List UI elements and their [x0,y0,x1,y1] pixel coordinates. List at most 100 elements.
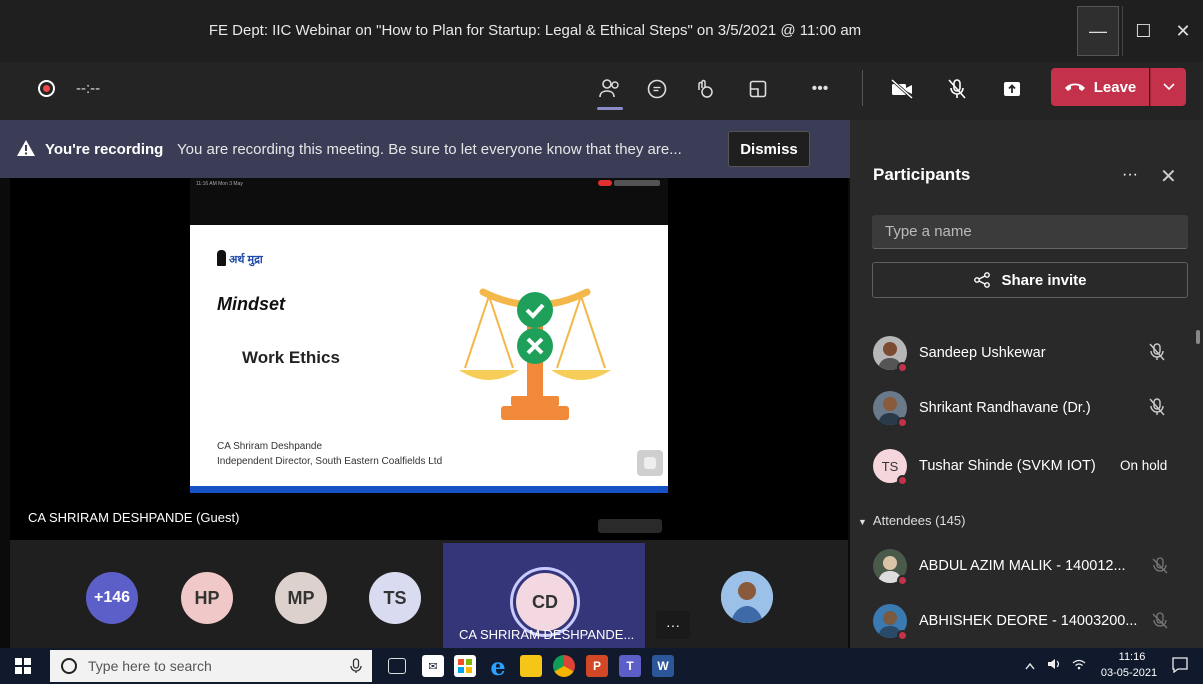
microphone-toggle-button[interactable] [940,74,974,104]
chrome-browser-icon[interactable] [553,655,575,677]
attendee-name: ABHISHEK DEORE - 14003200... [919,613,1138,629]
overflow-participants-button[interactable]: +146 [86,572,138,624]
meeting-timer: --:-- [76,80,101,97]
clock-date[interactable]: 03-05-2021 [1094,667,1164,679]
slide-subheading: Work Ethics [242,348,340,367]
panel-scrollbar[interactable] [1196,330,1200,344]
microphone-muted-icon [1152,557,1168,580]
system-tray-icons[interactable] [1025,658,1086,673]
banner-title: You're recording [45,141,164,158]
dismiss-button[interactable]: Dismiss [728,131,810,167]
presence-status-icon [897,575,908,586]
participant-avatar[interactable]: TS [369,572,421,624]
presence-status-icon [897,630,908,641]
taskbar-search-input[interactable]: Type here to search [50,650,372,682]
hang-up-icon [1064,83,1085,91]
share-screen-button[interactable] [995,74,1029,104]
participant-name: Shrikant Randhavane (Dr.) [919,400,1091,416]
participant-row[interactable]: Shrikant Randhavane (Dr.) [872,387,1182,431]
participants-button[interactable] [593,74,627,104]
attendee-row[interactable]: ABDUL AZIM MALIK - 140012... [872,545,1182,589]
presence-status-icon [897,475,908,486]
microphone-off-icon [1148,397,1166,422]
chevron-up-icon [1025,662,1035,670]
speaker-icon [1047,659,1059,669]
hand-emoji-icon [698,79,713,98]
attendee-name: ABDUL AZIM MALIK - 140012... [919,558,1126,574]
participant-row[interactable]: TS Tushar Shinde (SVKM IOT) On hold [872,445,1182,489]
participant-avatar[interactable]: HP [181,572,233,624]
slide-author: CA Shriram Deshpande [217,441,323,452]
file-explorer-icon[interactable] [520,655,542,677]
maximize-button[interactable]: ☐ [1122,6,1164,56]
tablet-recording-pill [598,180,612,186]
notification-center-icon[interactable] [1172,657,1188,676]
warning-icon [16,139,36,162]
window-title: FE Dept: IIC Webinar on "How to Plan for… [208,22,862,39]
speaker-name-label: CA SHRIRAM DESHPANDE (Guest) [28,510,240,525]
mail-app-icon[interactable]: ✉ [422,655,444,677]
attendees-section-header[interactable]: ▼ Attendees (145) [858,513,965,528]
brand-logo-text: अर्थ मुद्रा [229,254,263,266]
tablet-status-time: 11:16 AM Mon 3 May [196,181,243,187]
close-window-button[interactable]: ✕ [1162,6,1203,56]
participant-status-text: On hold [1120,458,1168,473]
tablet-home-button [637,450,663,476]
microphone-icon [350,658,362,673]
breakout-rooms-icon [749,80,767,98]
slide-heading: Mindset [217,294,286,314]
powerpoint-app-icon[interactable]: P [586,655,608,677]
microphone-muted-icon [1152,612,1168,635]
active-speaker-avatar: CD [516,573,574,631]
banner-message: You are recording this meeting. Be sure … [177,141,682,158]
attendee-row[interactable]: ABHISHEK DEORE - 14003200... [872,600,1182,644]
minimize-button[interactable]: — [1077,6,1119,56]
clock-time[interactable]: 11:16 [1107,651,1157,663]
chat-icon [647,79,667,99]
slide-author-role: Independent Director, South Eastern Coal… [217,456,443,467]
microphone-off-icon [1148,342,1166,367]
share-invite-button[interactable]: Share invite [872,262,1188,298]
participant-name: Sandeep Ushkewar [919,345,1046,361]
tablet-status-icons [614,180,660,186]
reactions-button[interactable] [687,74,721,104]
start-button[interactable] [14,657,32,675]
participant-name: Tushar Shinde (SVKM IOT) [919,458,1096,474]
cortana-circle-icon [61,658,77,674]
windows-logo-icon [15,658,31,674]
edge-browser-icon[interactable]: e [487,652,509,681]
brand-logo-icon [217,250,226,266]
active-speaker-name: CA SHRIRAM DESHPANDE... [459,627,635,642]
store-app-icon[interactable] [454,655,476,677]
taskbar-search-placeholder: Type here to search [88,658,212,674]
chevron-down-icon [1162,83,1175,91]
slide-footer-band [190,486,668,493]
chat-button[interactable] [640,74,674,104]
more-actions-button[interactable]: ••• [803,74,837,104]
rooms-button[interactable] [741,74,775,104]
participant-photo-avatar[interactable] [721,571,773,623]
participants-active-indicator [597,107,623,110]
share-tray-icon [1004,82,1020,96]
panel-close-button[interactable]: ✕ [1160,164,1177,189]
share-invite-label: Share invite [1001,271,1087,289]
leave-button[interactable]: Leave [1051,68,1149,106]
word-app-icon[interactable]: W [652,655,674,677]
teams-app-icon[interactable]: T [619,655,641,677]
tablet-mini-controls [598,519,662,533]
task-view-icon[interactable] [388,658,406,674]
wifi-icon [1072,659,1086,670]
leave-options-button[interactable] [1150,68,1186,106]
attendees-header-label: Attendees (145) [872,513,966,528]
participant-row[interactable]: Sandeep Ushkewar [872,332,1182,376]
panel-title: Participants [873,165,971,184]
people-icon [599,79,619,98]
tile-more-options-button[interactable]: ··· [656,611,690,639]
participant-search-input[interactable]: Type a name [872,215,1188,249]
microphone-off-icon [948,79,966,99]
camera-off-icon [890,79,914,99]
participant-avatar[interactable]: MP [275,572,327,624]
camera-toggle-button[interactable] [885,74,919,104]
share-icon [974,272,991,288]
panel-more-button[interactable]: ··· [1122,166,1138,184]
